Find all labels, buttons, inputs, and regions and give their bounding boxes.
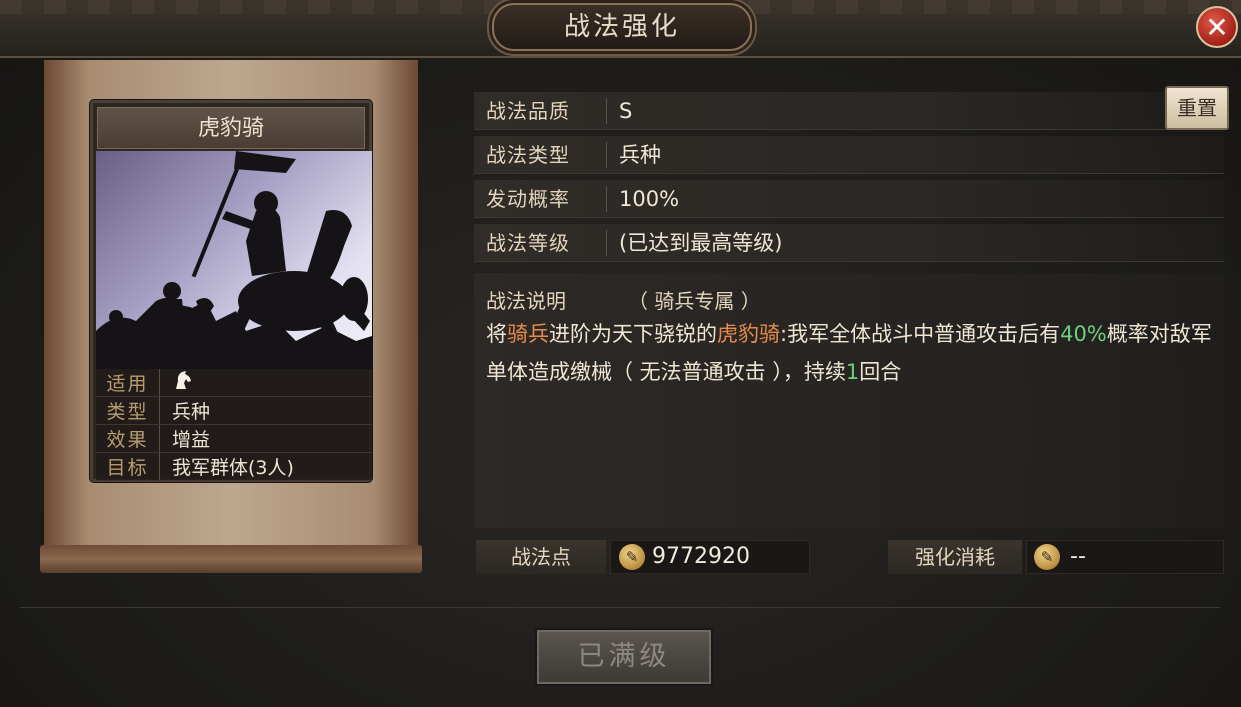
divider — [606, 98, 607, 124]
info-row-level: 战法等级 (已达到最高等级) — [474, 224, 1224, 262]
info-row-quality: 战法品质 S — [474, 92, 1224, 130]
tactic-point-icon: ✎ — [619, 544, 645, 570]
description-subtitle: （ 骑兵专属 ） — [628, 289, 761, 313]
tactic-points-label: 战法点 — [476, 540, 606, 574]
info-value: (已达到最高等级) — [619, 231, 783, 255]
description-highlight: 骑兵 — [507, 322, 549, 346]
info-row-rate: 发动概率 100% — [474, 180, 1224, 218]
description-part: 回合 — [859, 360, 902, 384]
description-part: 将 — [486, 322, 507, 346]
card-row-type: 类型 兵种 — [96, 397, 372, 425]
description-panel: 战法说明 （ 骑兵专属 ） 将骑兵进阶为天下骁锐的虎豹骑:我军全体战斗中普通攻击… — [474, 273, 1224, 528]
tactic-points-value: 9772920 — [652, 544, 750, 569]
close-icon: ✕ — [1205, 10, 1229, 44]
description-highlight: 1 — [845, 360, 860, 384]
description-highlight: 40% — [1060, 322, 1107, 346]
card-name: 虎豹骑 — [197, 116, 264, 141]
info-label: 发动概率 — [486, 187, 570, 211]
description-highlight: 虎豹骑 — [717, 322, 780, 346]
card-row-key: 适用 — [96, 369, 160, 396]
upgrade-cost-value: -- — [1070, 544, 1086, 569]
cavalry-illustration — [96, 151, 372, 369]
close-button[interactable]: ✕ — [1196, 6, 1238, 48]
info-label: 战法类型 — [486, 143, 570, 167]
info-value: 兵种 — [619, 143, 661, 167]
tactic-point-icon: ✎ — [1034, 544, 1060, 570]
card-row-target: 目标 我军群体(3人) — [96, 453, 372, 481]
description-text: 将骑兵进阶为天下骁锐的虎豹骑:我军全体战斗中普通攻击后有40%概率对敌军单体造成… — [486, 315, 1214, 391]
card-attributes: 适用 类型 兵种 效果 增益 目标 我军群体(3人) — [96, 369, 372, 481]
divider — [606, 230, 607, 256]
card-row-key: 效果 — [96, 425, 160, 452]
description-label: 战法说明 — [486, 289, 566, 313]
divider — [606, 142, 607, 168]
bottom-divider — [20, 607, 1220, 608]
max-level-button[interactable]: 已满级 — [535, 628, 713, 686]
window-title: 战法强化 — [563, 12, 680, 42]
reset-button[interactable]: 重置 — [1165, 86, 1229, 130]
description-part: 进阶为天下骁锐的 — [549, 322, 717, 346]
scroll-rod — [40, 545, 422, 573]
cavalry-silhouette-image — [96, 151, 372, 369]
card-row-key: 目标 — [96, 453, 160, 480]
card-row-key: 类型 — [96, 397, 160, 424]
description-part: :我军全体战斗中普通攻击后有 — [780, 322, 1061, 346]
card-row-value: 我军群体(3人) — [172, 457, 294, 479]
info-label: 战法等级 — [486, 231, 570, 255]
info-label: 战法品质 — [486, 99, 570, 123]
card-row-applicable: 适用 — [96, 369, 372, 397]
title-plate: 战法强化 — [492, 3, 752, 51]
divider — [606, 186, 607, 212]
card-row-value: 兵种 — [172, 401, 211, 423]
info-value: 100% — [619, 187, 680, 211]
horse-icon — [160, 369, 194, 396]
upgrade-cost-label: 强化消耗 — [888, 540, 1022, 574]
info-row-type: 战法类型 兵种 — [474, 136, 1224, 174]
card-row-value: 增益 — [172, 429, 211, 451]
card-row-effect: 效果 增益 — [96, 425, 372, 453]
card-name-plate: 虎豹骑 — [97, 107, 365, 149]
info-value: S — [619, 99, 633, 123]
tactic-card: 虎豹骑 适用 类型 兵种 效果 增益 目标 我军群体(3人) — [90, 100, 372, 482]
